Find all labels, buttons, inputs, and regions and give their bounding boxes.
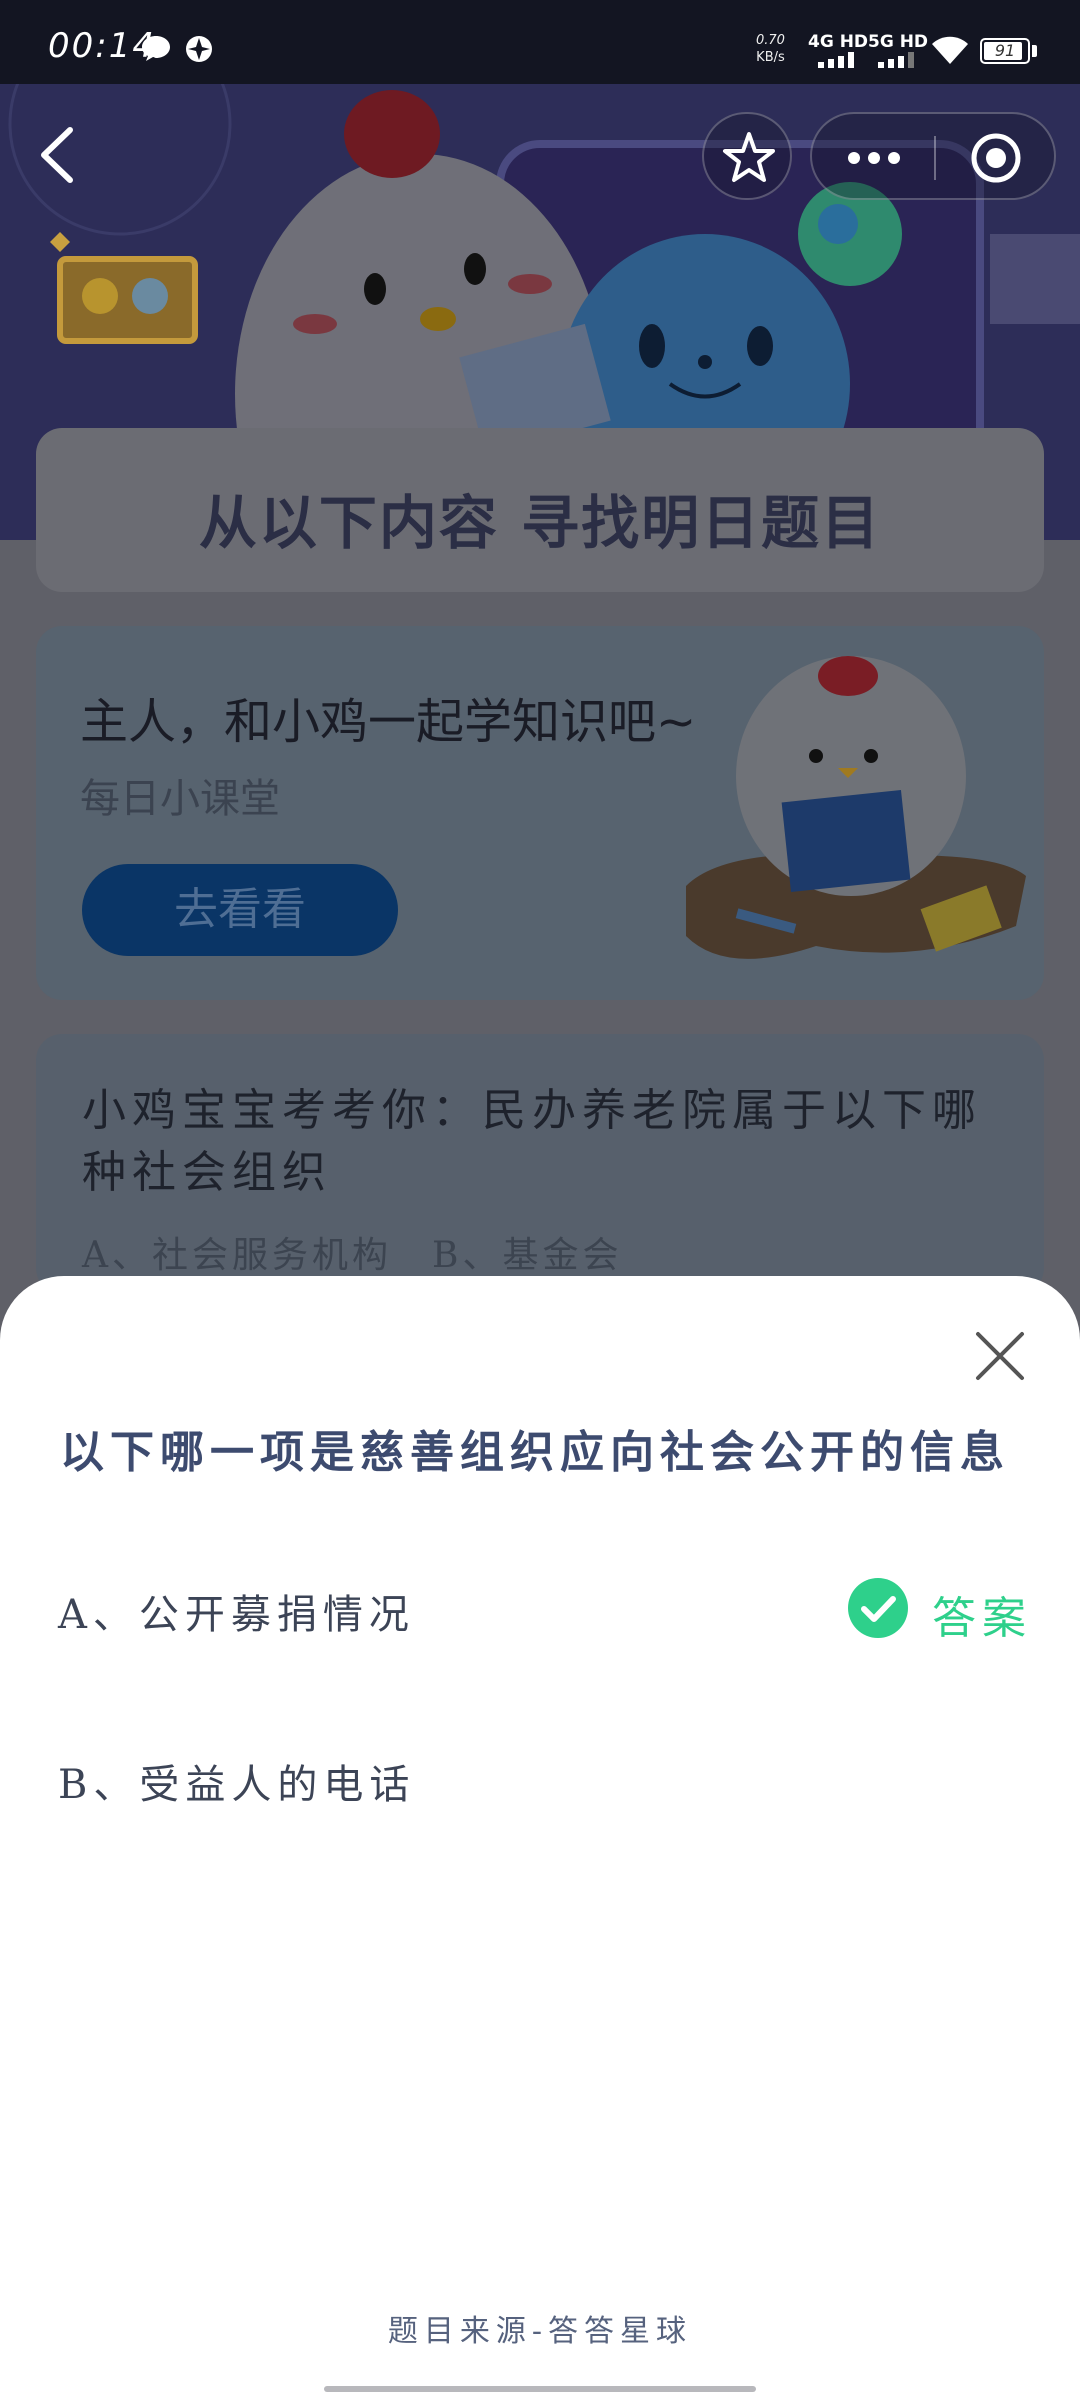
option-a[interactable]: A、公开募捐情况 答案 bbox=[0, 1554, 1080, 1664]
sheet-question: 以下哪一项是慈善组织应向社会公开的信息 bbox=[60, 1427, 1010, 1478]
chat-bubble-icon bbox=[142, 36, 170, 61]
learn-card: 主人，和小鸡一起学知识吧~ 每日小课堂 去看看 bbox=[36, 626, 1044, 1000]
quiz-card: 小鸡宝宝考考你：民办养老院属于以下哪种社会组织 A、社会服务机构 B、基金会 bbox=[36, 1034, 1044, 1294]
learn-title: 主人，和小鸡一起学知识吧~ bbox=[80, 694, 697, 750]
go-see-button[interactable]: 去看看 bbox=[82, 864, 398, 956]
wifi-icon bbox=[932, 36, 968, 64]
answer-sheet: 以下哪一项是慈善组织应向社会公开的信息 A、公开募捐情况 答案 B、受益人的电话… bbox=[0, 1276, 1080, 2400]
back-button[interactable] bbox=[30, 120, 82, 190]
chick-reading-illustration bbox=[686, 656, 1026, 959]
source-text: 题目来源-答答星球 bbox=[387, 2314, 693, 2349]
signal-bars-icon bbox=[818, 52, 854, 68]
quiz-options: A、社会服务机构 B、基金会 bbox=[82, 1235, 623, 1276]
signal-4g: 4G HD bbox=[808, 32, 868, 68]
option-b-label: B、受益人的电话 bbox=[58, 1762, 416, 1808]
net-speed: 0.70 KB/s bbox=[756, 33, 785, 65]
exit-miniprogram-button[interactable] bbox=[936, 114, 1058, 202]
check-icon bbox=[848, 1578, 908, 1638]
status-bar: 00:14 0.70 KB/s 4G HD 5G HD 91 bbox=[0, 0, 1080, 84]
option-a-label: A、公开募捐情况 bbox=[58, 1592, 415, 1638]
headline-text: 从以下内容 寻找明日题目 bbox=[198, 489, 882, 557]
more-dots-icon bbox=[848, 152, 900, 164]
option-b[interactable]: B、受益人的电话 bbox=[0, 1724, 1080, 1834]
favorite-button[interactable] bbox=[702, 112, 792, 200]
more-button[interactable] bbox=[812, 114, 934, 202]
signal-5g: 5G HD bbox=[868, 32, 928, 68]
quiz-question: 小鸡宝宝考考你：民办养老院属于以下哪种社会组织 bbox=[82, 1085, 982, 1198]
home-indicator[interactable] bbox=[324, 2386, 756, 2392]
signal-bars-icon bbox=[878, 52, 914, 68]
star-icon bbox=[723, 132, 775, 182]
headline-card: 从以下内容 寻找明日题目 bbox=[36, 428, 1044, 592]
miniprogram-capsule bbox=[810, 112, 1056, 200]
close-icon[interactable] bbox=[972, 1328, 1028, 1384]
battery-icon: 91 bbox=[980, 38, 1030, 64]
app-notification-icon bbox=[186, 36, 212, 62]
answer-label: 答案 bbox=[932, 1593, 1032, 1644]
target-circle-icon bbox=[971, 133, 1021, 183]
battery-cap bbox=[1032, 45, 1037, 57]
learn-subtitle: 每日小课堂 bbox=[80, 776, 280, 822]
